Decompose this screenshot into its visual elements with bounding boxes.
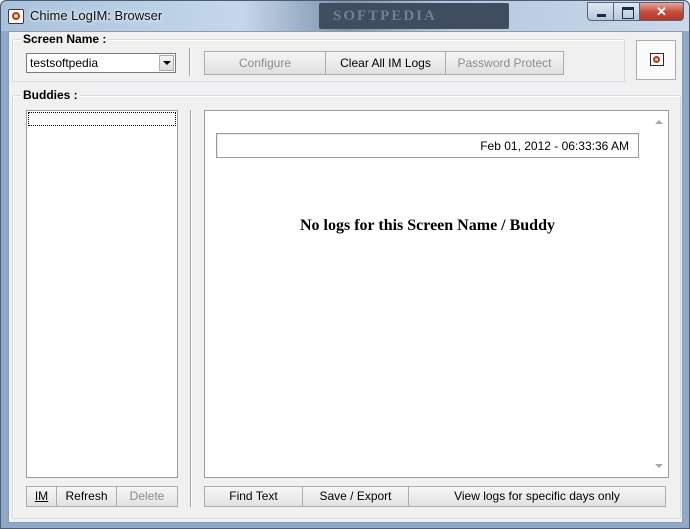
log-date-header: Feb 01, 2012 - 06:33:36 AM	[216, 133, 639, 158]
delete-label: Delete	[129, 489, 165, 503]
im-button[interactable]: IM	[27, 487, 57, 506]
scroll-up-icon[interactable]	[655, 120, 663, 124]
delete-button[interactable]: Delete	[117, 487, 177, 506]
chevron-down-icon[interactable]	[159, 55, 174, 71]
clear-all-logs-button[interactable]: Clear All IM Logs	[326, 52, 446, 74]
refresh-label: Refresh	[65, 489, 108, 503]
log-toolbar: Configure Clear All IM Logs Password Pro…	[204, 51, 564, 75]
refresh-button[interactable]: Refresh	[57, 487, 117, 506]
watermark-logo: SOFTPEDIA	[319, 3, 509, 29]
screen-name-value: testsoftpedia	[30, 56, 99, 70]
save-export-label: Save / Export	[319, 489, 392, 503]
buddy-actions: IM Refresh Delete	[26, 486, 178, 507]
configure-label: Configure	[238, 56, 292, 70]
close-icon: ✕	[656, 4, 667, 19]
chime-icon-button[interactable]	[636, 40, 676, 80]
app-window: Chime LogIM: Browser SOFTPEDIA ✕ Screen …	[0, 0, 690, 529]
view-specific-days-label: View logs for specific days only	[454, 489, 620, 503]
toolbar-divider	[189, 48, 191, 76]
watermark-text: SOFTPEDIA	[333, 8, 437, 24]
view-specific-days-button[interactable]: View logs for specific days only	[409, 487, 665, 506]
buddies-label: Buddies :	[21, 88, 80, 102]
client-area: Screen Name : testsoftpedia Configure Cl…	[8, 31, 683, 523]
log-scrollbar[interactable]	[651, 111, 668, 477]
list-item[interactable]	[28, 112, 176, 126]
pane-divider[interactable]	[190, 110, 192, 507]
log-viewer[interactable]: Feb 01, 2012 - 06:33:36 AM No logs for t…	[204, 110, 669, 478]
password-protect-button[interactable]: Password Protect	[446, 52, 563, 74]
save-export-button[interactable]: Save / Export	[303, 487, 409, 506]
find-text-label: Find Text	[229, 489, 278, 503]
screen-name-select[interactable]: testsoftpedia	[26, 53, 176, 73]
window-title: Chime LogIM: Browser	[30, 8, 163, 23]
close-button[interactable]: ✕	[640, 2, 684, 21]
configure-button[interactable]: Configure	[205, 52, 326, 74]
screen-name-label: Screen Name :	[21, 32, 109, 46]
empty-log-message: No logs for this Screen Name / Buddy	[300, 217, 555, 234]
minimize-button[interactable]	[587, 2, 614, 21]
find-text-button[interactable]: Find Text	[205, 487, 303, 506]
log-actions: Find Text Save / Export View logs for sp…	[204, 486, 666, 507]
maximize-button[interactable]	[614, 2, 640, 21]
scroll-down-icon[interactable]	[655, 464, 663, 468]
chime-app-icon[interactable]	[8, 9, 24, 24]
clear-all-label: Clear All IM Logs	[340, 56, 431, 70]
im-label: IM	[34, 489, 49, 503]
buddies-list[interactable]	[26, 110, 178, 478]
log-date: Feb 01, 2012 - 06:33:36 AM	[480, 139, 629, 153]
chime-icon	[650, 53, 664, 66]
window-controls: ✕	[587, 2, 684, 21]
password-protect-label: Password Protect	[457, 56, 552, 70]
title-bar[interactable]: Chime LogIM: Browser SOFTPEDIA ✕	[1, 1, 689, 31]
